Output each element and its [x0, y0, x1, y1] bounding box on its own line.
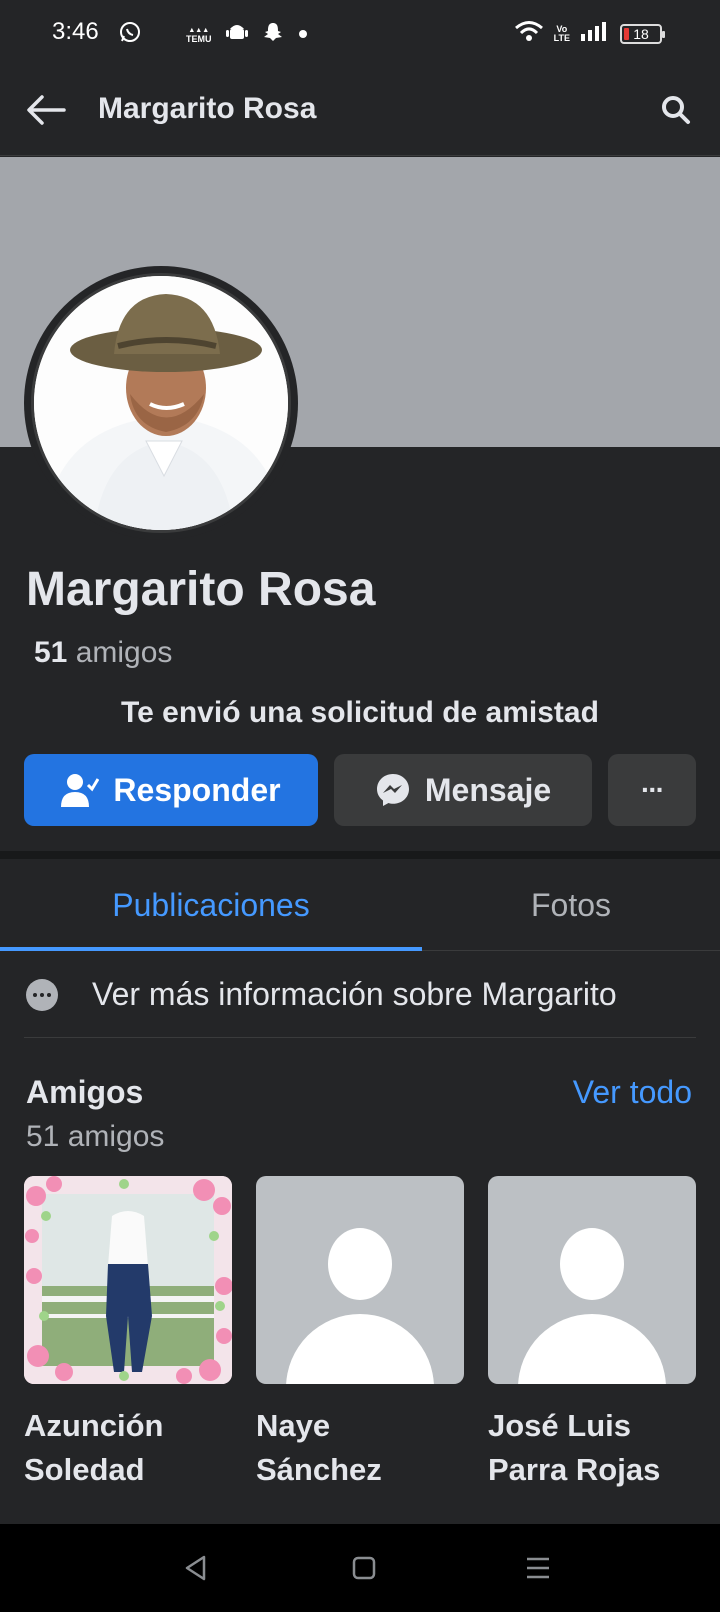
nav-back-button[interactable]: [176, 1548, 216, 1588]
see-more-info-text: Ver más información sobre Margarito: [92, 976, 617, 1012]
friends-section-count: 51 amigos: [26, 1120, 165, 1153]
battery-icon: 18: [620, 23, 665, 44]
status-system-icons: Vo LTE 18: [514, 20, 665, 47]
status-time: 3:46: [52, 18, 99, 45]
friends-section-title: Amigos: [26, 1074, 144, 1110]
profile-name: Margarito Rosa: [26, 563, 376, 616]
page-title: Margarito Rosa: [98, 92, 317, 125]
friends-count[interactable]: 51 amigos: [34, 636, 172, 670]
nav-home-button[interactable]: [344, 1548, 384, 1588]
friends-count-number: 51: [34, 636, 68, 669]
user-check-icon: [61, 774, 100, 807]
message-button-label: Mensaje: [424, 771, 552, 808]
section-divider: [0, 851, 720, 859]
profile-photo-image: [34, 276, 288, 530]
see-all-friends-link[interactable]: Ver todo: [573, 1074, 692, 1111]
default-avatar-icon: [256, 1176, 464, 1384]
menu-lines-icon: [527, 1557, 549, 1579]
messenger-icon: [376, 774, 409, 806]
battery-level: 18: [633, 25, 649, 42]
signal-icon: [580, 20, 610, 47]
friend-card[interactable]: José Luis Parra Rojas: [488, 1176, 696, 1492]
more-options-button[interactable]: ···: [608, 754, 696, 826]
friend-photo: [24, 1176, 232, 1384]
snapchat-icon: [262, 21, 284, 48]
android-icon: [225, 21, 248, 48]
status-bar: 3:46 ▲▲▲ TEMU Vo LTE 18: [0, 0, 720, 64]
tab-publicaciones[interactable]: Publicaciones: [0, 859, 422, 951]
friends-count-word: amigos: [75, 636, 173, 669]
system-nav-bar: [0, 1524, 720, 1612]
search-button[interactable]: [654, 88, 698, 132]
message-button[interactable]: Mensaje: [334, 754, 592, 826]
top-app-bar: Margarito Rosa: [0, 64, 720, 156]
search-icon: [662, 96, 690, 124]
temu-icon: ▲▲▲ TEMU: [186, 26, 212, 44]
wifi-icon: [514, 20, 544, 47]
default-avatar-icon: [488, 1176, 696, 1384]
arrow-left-icon: [27, 95, 66, 125]
profile-tabs: Publicaciones Fotos: [0, 859, 720, 951]
volte-label: Vo LTE: [553, 23, 570, 43]
status-notification-icons: ▲▲▲ TEMU: [118, 20, 308, 49]
see-more-info-row[interactable]: Ver más información sobre Margarito: [24, 952, 696, 1038]
triangle-back-icon: [185, 1555, 206, 1581]
more-info-icon: [26, 978, 58, 1011]
respond-button-label: Responder: [113, 771, 281, 808]
tab-fotos[interactable]: Fotos: [422, 859, 720, 951]
friend-name: Naye Sánchez: [256, 1408, 382, 1487]
friend-card[interactable]: Azunción Soledad: [24, 1176, 232, 1492]
friend-name: Azunción Soledad: [24, 1408, 164, 1487]
friend-photo-image: [24, 1176, 232, 1384]
back-button[interactable]: [24, 88, 68, 132]
active-tab-indicator: [0, 947, 422, 951]
friend-name: José Luis Parra Rojas: [488, 1408, 661, 1487]
whatsapp-icon: [118, 20, 142, 49]
profile-picture[interactable]: [24, 266, 298, 540]
nav-menu-button[interactable]: [518, 1548, 558, 1588]
friend-card[interactable]: Naye Sánchez: [256, 1176, 464, 1492]
friend-request-notice: Te envió una solicitud de amistad: [121, 696, 599, 729]
dot-icon: [298, 26, 308, 44]
respond-button[interactable]: Responder: [24, 754, 318, 826]
more-options-icon: ···: [641, 774, 665, 805]
square-home-icon: [352, 1556, 376, 1580]
